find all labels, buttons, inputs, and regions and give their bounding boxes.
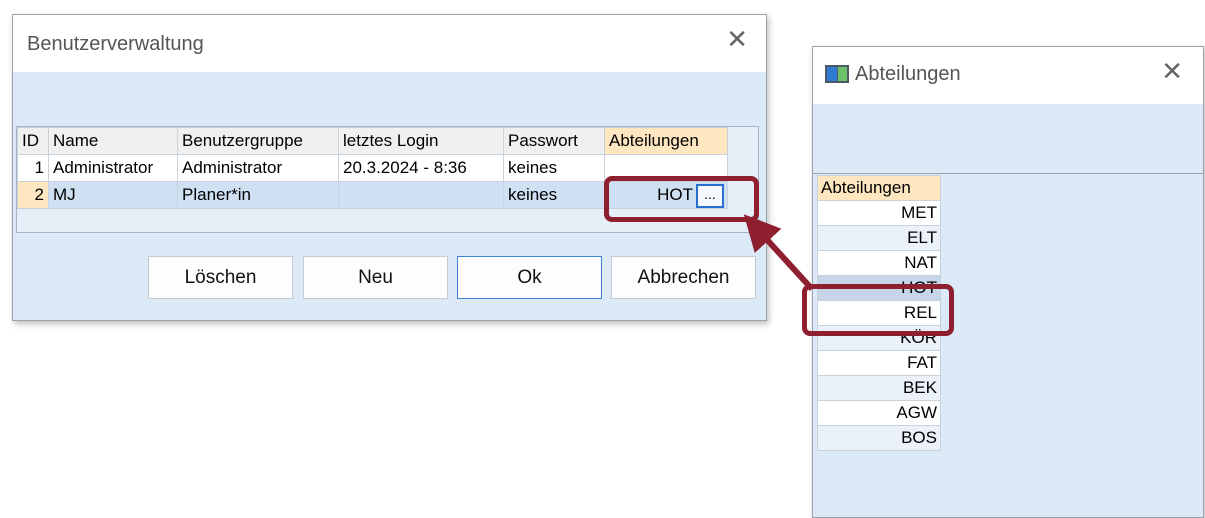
cell-group[interactable]: Planer*in: [177, 181, 339, 209]
ellipsis-button[interactable]: ...: [696, 184, 724, 208]
cell-password[interactable]: keines: [503, 181, 605, 209]
user-table: ID Name Benutzergruppe letztes Login Pas…: [16, 126, 759, 233]
close-icon[interactable]: ✕: [1161, 57, 1183, 87]
list-item[interactable]: FAT: [817, 351, 941, 376]
cell-group[interactable]: Administrator: [177, 154, 339, 182]
title-bar: Abteilungen ✕: [813, 47, 1203, 104]
departments-window: Abteilungen ✕ Abteilungen MET ELT NAT HO…: [812, 46, 1204, 518]
user-management-window: Benutzerverwaltung ✕ ID Name Benutzergru…: [12, 14, 767, 321]
cell-last-login[interactable]: [338, 181, 504, 209]
column-header-departments[interactable]: Abteilungen: [604, 127, 728, 155]
column-header-password[interactable]: Passwort: [503, 127, 605, 155]
table-header-row: ID Name Benutzergruppe letztes Login Pas…: [17, 127, 728, 155]
close-icon[interactable]: ✕: [726, 25, 748, 55]
cell-id[interactable]: 2: [17, 181, 49, 209]
window-title: Abteilungen: [855, 63, 961, 85]
column-header-id[interactable]: ID: [17, 127, 49, 155]
new-button[interactable]: Neu: [303, 256, 448, 299]
cell-name[interactable]: MJ: [48, 181, 178, 209]
department-list-header[interactable]: Abteilungen: [817, 175, 941, 201]
cancel-button[interactable]: Abbrechen: [611, 256, 756, 299]
departments-value: HOT: [657, 185, 693, 204]
list-item[interactable]: KÖR: [817, 326, 941, 351]
list-item[interactable]: AGW: [817, 401, 941, 426]
delete-button[interactable]: Löschen: [148, 256, 293, 299]
table-row-selected[interactable]: 2 MJ Planer*in keines HOT ...: [17, 181, 728, 209]
cell-password[interactable]: keines: [503, 154, 605, 182]
list-item[interactable]: NAT: [817, 251, 941, 276]
list-item[interactable]: REL: [817, 301, 941, 326]
app-icon: [825, 65, 849, 83]
column-header-name[interactable]: Name: [48, 127, 178, 155]
list-item[interactable]: MET: [817, 201, 941, 226]
title-bar: Benutzerverwaltung ✕: [13, 15, 766, 72]
cell-departments-editing[interactable]: HOT ...: [604, 181, 728, 209]
cell-departments[interactable]: [604, 154, 728, 182]
table-row[interactable]: 1 Administrator Administrator 20.3.2024 …: [17, 154, 728, 182]
column-header-group[interactable]: Benutzergruppe: [177, 127, 339, 155]
ok-button[interactable]: Ok: [457, 256, 602, 299]
list-item[interactable]: BEK: [817, 376, 941, 401]
divider: [813, 173, 1203, 174]
window-title: Benutzerverwaltung: [27, 33, 204, 55]
list-item-selected[interactable]: HOT: [817, 276, 941, 301]
list-item[interactable]: ELT: [817, 226, 941, 251]
cell-name[interactable]: Administrator: [48, 154, 178, 182]
list-item[interactable]: BOS: [817, 426, 941, 451]
cell-id[interactable]: 1: [17, 154, 49, 182]
column-header-last-login[interactable]: letztes Login: [338, 127, 504, 155]
cell-last-login[interactable]: 20.3.2024 - 8:36: [338, 154, 504, 182]
department-list: Abteilungen MET ELT NAT HOT REL KÖR FAT …: [817, 175, 941, 451]
